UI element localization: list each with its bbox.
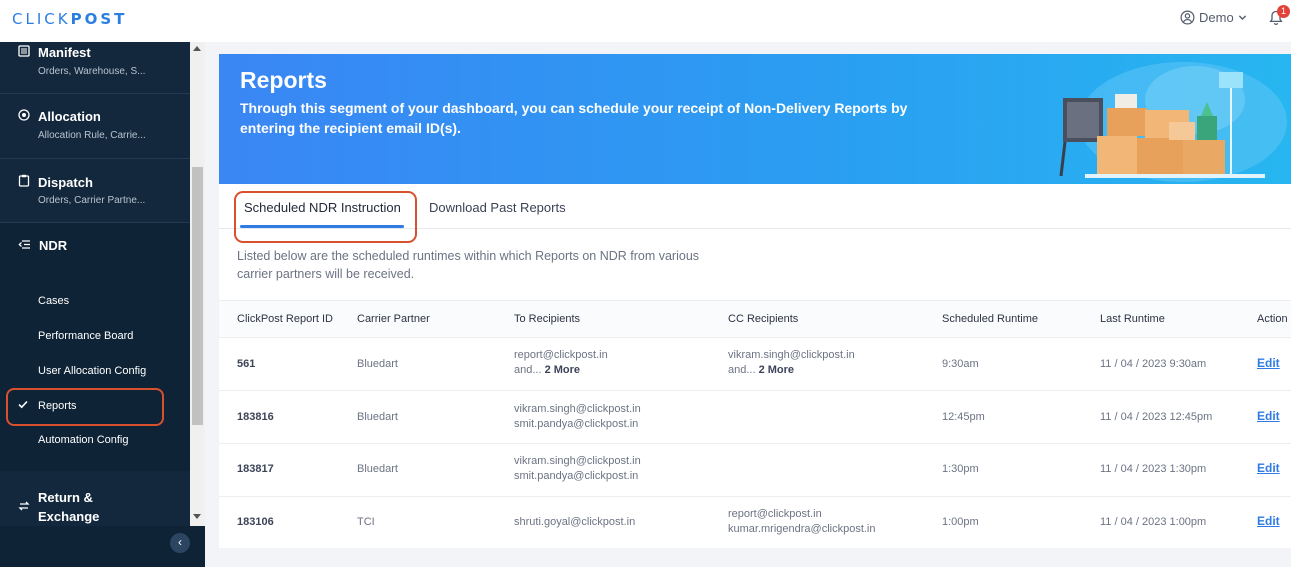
- sidebar-item-cases[interactable]: Cases: [38, 295, 69, 307]
- last-runtime: 11 / 04 / 2023 12:45pm: [1100, 411, 1213, 423]
- report-id: 183106: [237, 516, 274, 528]
- report-id: 561: [237, 358, 256, 370]
- last-runtime: 11 / 04 / 2023 9:30am: [1100, 358, 1207, 370]
- target-icon: [18, 109, 30, 124]
- user-name: Demo: [1199, 10, 1234, 25]
- sidebar-item-performance-board[interactable]: Performance Board: [38, 330, 133, 342]
- boxes-illustration: [1045, 54, 1291, 189]
- user-icon: [1180, 10, 1195, 25]
- column-header: Carrier Partner: [357, 313, 430, 325]
- to-recipients: vikram.singh@clickpost.in smit.pandya@cl…: [514, 455, 641, 482]
- sidebar-item-return-exchange[interactable]: Return & Exchange: [0, 471, 190, 531]
- sidebar-item-automation-config[interactable]: Automation Config: [38, 434, 129, 446]
- notification-badge: 1: [1277, 5, 1290, 18]
- table-header: ClickPost Report ID Carrier Partner To R…: [219, 300, 1291, 338]
- tab-scheduled-ndr-instruction[interactable]: Scheduled NDR Instruction: [244, 200, 401, 215]
- cc-recipients: report@clickpost.in kumar.mrigendra@clic…: [728, 508, 876, 535]
- list-icon: [18, 45, 30, 60]
- table-row: 561 Bluedart report@clickpost.in and... …: [219, 338, 1291, 391]
- to-recipients: shruti.goyal@clickpost.in: [514, 516, 636, 528]
- tab-download-past-reports[interactable]: Download Past Reports: [429, 200, 566, 215]
- active-tab-underline: [240, 225, 404, 228]
- sidebar-item-reports[interactable]: Reports: [38, 400, 77, 412]
- swap-icon: [18, 500, 30, 515]
- table-row: 183817 Bluedart vikram.singh@clickpost.i…: [219, 444, 1291, 497]
- column-header: Last Runtime: [1100, 313, 1165, 325]
- collapse-sidebar-button[interactable]: ‹: [170, 533, 190, 553]
- page-title: Reports: [240, 67, 327, 93]
- report-tabs: Scheduled NDR Instruction Download Past …: [219, 184, 1291, 243]
- sidebar-item-label: Allocation: [38, 109, 101, 124]
- more-recipients-link[interactable]: 2 More: [759, 364, 794, 376]
- column-header: CC Recipients: [728, 313, 799, 325]
- to-recipients: report@clickpost.in and... 2 More: [514, 349, 608, 376]
- sidebar-item-ndr[interactable]: NDR: [18, 238, 67, 253]
- chevron-down-icon: [1238, 13, 1247, 22]
- schedule-description: Listed below are the scheduled runtimes …: [237, 249, 700, 281]
- sidebar-item-manifest[interactable]: Manifest Orders, Warehouse, S...: [0, 42, 190, 94]
- last-runtime: 11 / 04 / 2023 1:30pm: [1100, 463, 1207, 475]
- more-recipients-link[interactable]: 2 More: [545, 364, 580, 376]
- main-content: Reports Through this segment of your das…: [219, 54, 1291, 548]
- active-item-highlight: [6, 388, 164, 426]
- sidebar-item-label: Manifest: [38, 45, 91, 60]
- check-icon: [18, 400, 28, 412]
- table-row: 183816 Bluedart vikram.singh@clickpost.i…: [219, 391, 1291, 444]
- sidebar-item-subtitle: Allocation Rule, Carrie...: [38, 130, 146, 141]
- edit-link[interactable]: Edit: [1257, 409, 1280, 423]
- table-row: 183106 TCI shruti.goyal@clickpost.in rep…: [219, 497, 1291, 548]
- clickpost-logo[interactable]: CLICKPOST: [12, 10, 127, 28]
- scroll-up-arrow-icon[interactable]: [193, 46, 201, 51]
- scheduled-runtime: 9:30am: [942, 358, 979, 370]
- last-runtime: 11 / 04 / 2023 1:00pm: [1100, 516, 1207, 528]
- sidebar-item-allocation[interactable]: Allocation Allocation Rule, Carrie...: [0, 94, 190, 159]
- report-id: 183817: [237, 463, 274, 475]
- carrier-partner: TCI: [357, 516, 375, 528]
- report-id: 183816: [237, 411, 274, 423]
- sidebar-item-user-allocation-config[interactable]: User Allocation Config: [38, 365, 146, 377]
- scrollbar-thumb[interactable]: [192, 167, 203, 425]
- to-recipients: vikram.singh@clickpost.in smit.pandya@cl…: [514, 403, 641, 430]
- column-header: To Recipients: [514, 313, 581, 325]
- carrier-partner: Bluedart: [357, 463, 398, 475]
- indent-list-icon: [18, 238, 31, 253]
- scheduled-runtime: 1:00pm: [942, 516, 979, 528]
- edit-link[interactable]: Edit: [1257, 356, 1280, 370]
- sidebar-item-label: Exchange: [38, 509, 100, 524]
- carrier-partner: Bluedart: [357, 411, 398, 423]
- column-header: Action: [1257, 313, 1288, 325]
- sidebar-item-dispatch[interactable]: Dispatch Orders, Carrier Partne...: [0, 159, 190, 223]
- page-description: Through this segment of your dashboard, …: [240, 100, 908, 136]
- carrier-partner: Bluedart: [357, 358, 398, 370]
- active-tab-highlight: [234, 191, 417, 243]
- user-menu[interactable]: Demo: [1180, 10, 1247, 25]
- scheduled-runtime: 12:45pm: [942, 411, 985, 423]
- scroll-down-arrow-icon[interactable]: [193, 514, 201, 519]
- sidebar-item-label: Return &: [38, 490, 93, 505]
- reports-banner: Reports Through this segment of your das…: [219, 54, 1291, 184]
- sidebar-item-label: Dispatch: [38, 174, 93, 190]
- edit-link[interactable]: Edit: [1257, 514, 1280, 528]
- clipboard-icon: [18, 174, 30, 190]
- sidebar-item-label: NDR: [39, 238, 68, 253]
- sidebar-item-subtitle: Orders, Carrier Partne...: [38, 195, 146, 206]
- sidebar: Manifest Orders, Warehouse, S... Allocat…: [0, 42, 205, 567]
- top-bar: CLICKPOST Demo 1: [0, 0, 1291, 42]
- column-header: ClickPost Report ID: [237, 313, 333, 325]
- column-header: Scheduled Runtime: [942, 313, 1039, 325]
- cc-recipients: vikram.singh@clickpost.in and... 2 More: [728, 349, 855, 376]
- scheduled-runtime: 1:30pm: [942, 463, 979, 475]
- sidebar-item-subtitle: Orders, Warehouse, S...: [38, 66, 146, 77]
- edit-link[interactable]: Edit: [1257, 461, 1280, 475]
